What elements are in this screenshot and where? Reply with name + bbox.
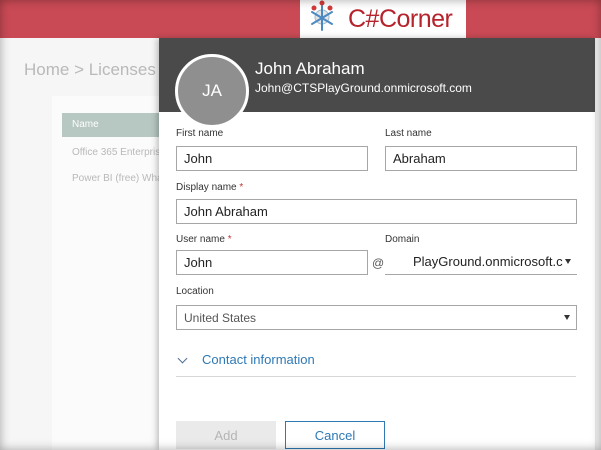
- add-user-panel: John Abraham John@CTSPlayGround.onmicros…: [159, 38, 595, 450]
- cancel-button[interactable]: Cancel: [285, 421, 385, 449]
- display-name-field[interactable]: John Abraham: [176, 199, 577, 224]
- user-name-label: User name *: [176, 234, 232, 245]
- required-mark: *: [239, 182, 244, 193]
- domain-value: PlayGround.onmicrosoft.c: [413, 254, 563, 269]
- first-name-label: First name: [176, 128, 224, 139]
- user-name-field[interactable]: John: [176, 250, 368, 275]
- add-button[interactable]: Add: [176, 421, 276, 449]
- required-mark: *: [227, 234, 232, 245]
- at-symbol: @: [372, 256, 385, 270]
- user-email: John@CTSPlayGround.onmicrosoft.com: [255, 81, 472, 95]
- display-name-label-text: Display name: [176, 182, 237, 193]
- contact-information-label: Contact information: [202, 352, 315, 367]
- list-item: Power BI (free) Wha: [72, 173, 163, 184]
- location-label: Location: [176, 286, 214, 297]
- user-display-title: John Abraham: [255, 59, 365, 78]
- list-item: Office 365 Enterprise: [72, 147, 166, 158]
- display-name-label: Display name *: [176, 182, 243, 193]
- logo-figures-icon: [311, 0, 333, 31]
- table-header-name: Name: [62, 113, 162, 137]
- last-name-field[interactable]: Abraham: [385, 146, 577, 171]
- avatar: JA: [175, 54, 249, 128]
- domain-label: Domain: [385, 234, 420, 245]
- chevron-down-icon: [564, 315, 570, 320]
- breadcrumb: Home > Licenses: [24, 60, 156, 79]
- site-logo: C#Corner: [300, 0, 466, 38]
- last-name-label: Last name: [385, 128, 432, 139]
- first-name-field[interactable]: John: [176, 146, 368, 171]
- chevron-down-icon: [565, 259, 571, 264]
- logo-text: C#Corner: [348, 4, 453, 33]
- location-value: United States: [184, 311, 257, 325]
- chevron-down-icon: [177, 353, 188, 364]
- user-name-label-text: User name: [176, 234, 225, 245]
- location-select[interactable]: United States: [176, 305, 577, 330]
- domain-select[interactable]: PlayGround.onmicrosoft.c: [385, 250, 577, 275]
- contact-information-toggle[interactable]: Contact information: [176, 346, 576, 377]
